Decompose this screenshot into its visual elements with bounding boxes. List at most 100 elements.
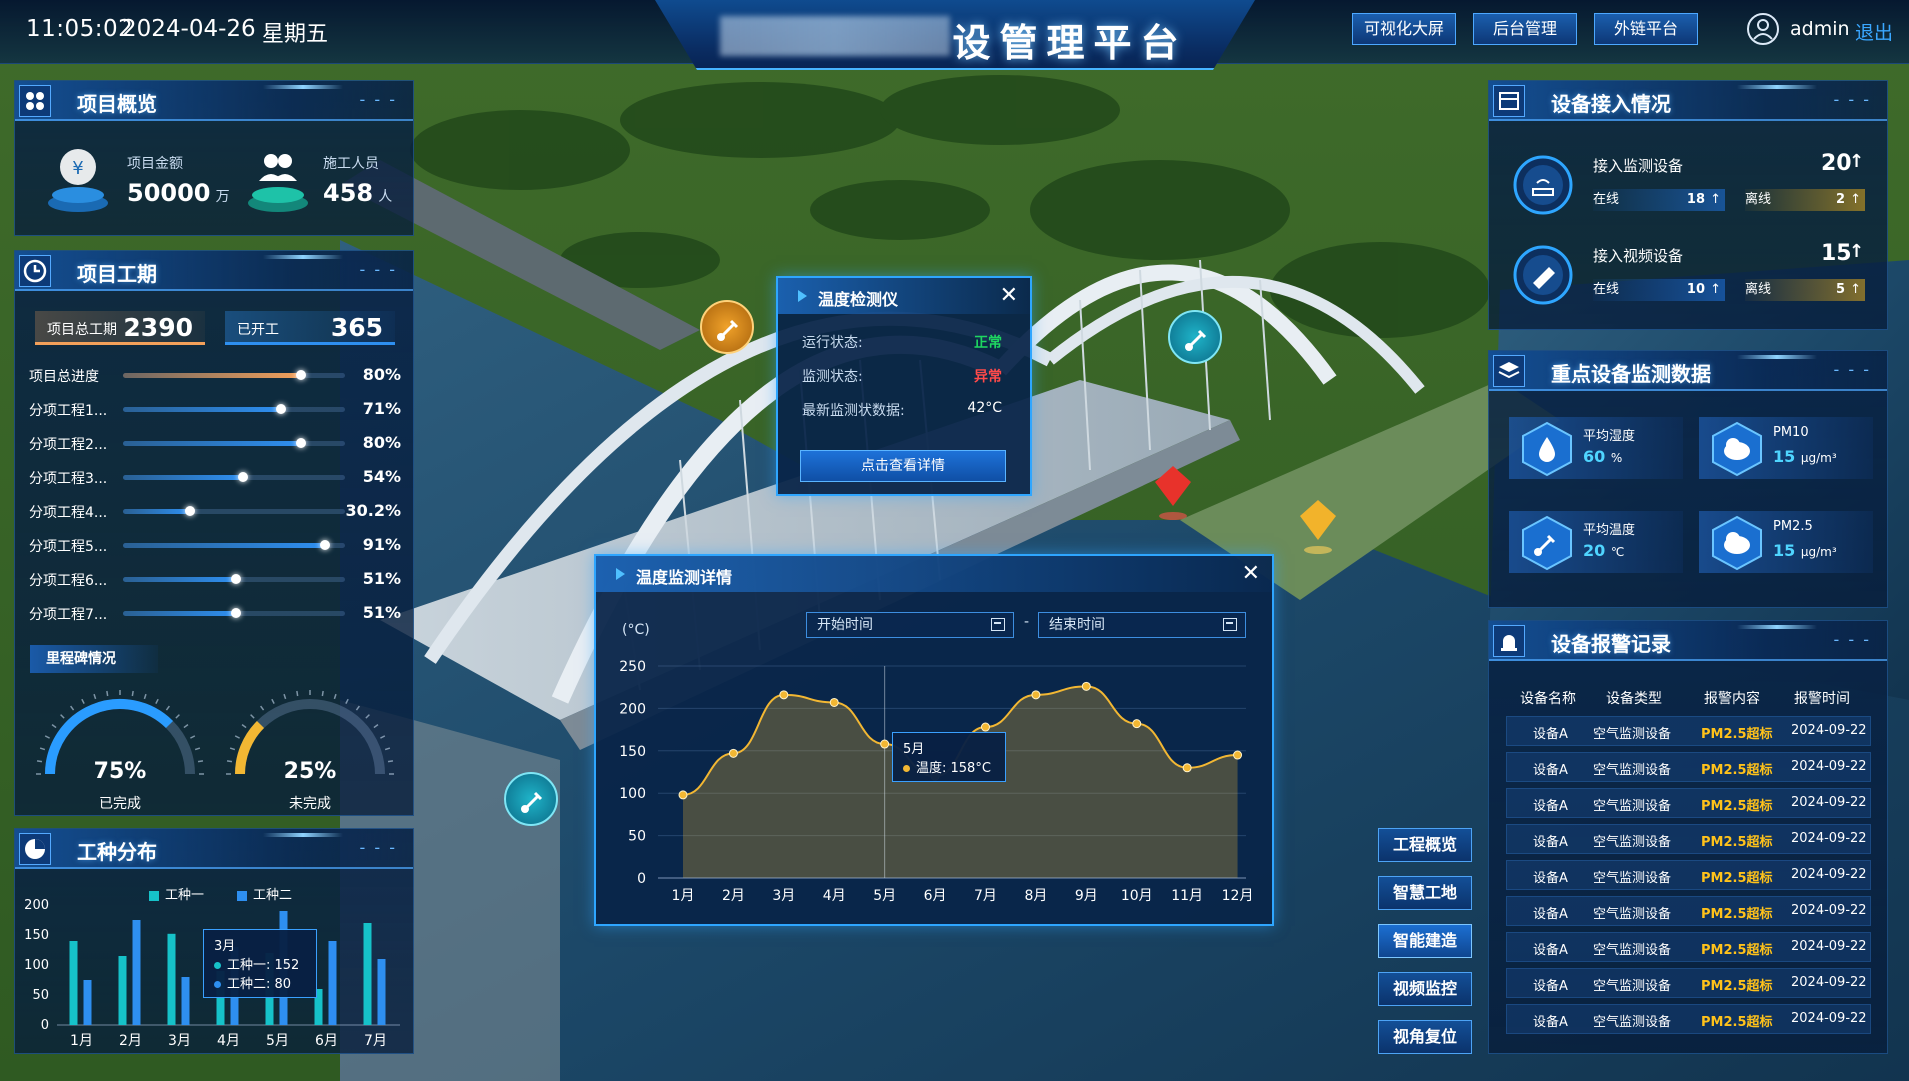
close-icon[interactable]: ✕ bbox=[1242, 561, 1260, 586]
data-point[interactable] bbox=[779, 690, 789, 700]
data-point[interactable] bbox=[1132, 719, 1142, 729]
bar-1[interactable] bbox=[363, 923, 372, 1025]
bar-1[interactable] bbox=[118, 956, 127, 1025]
progress-track bbox=[123, 608, 345, 618]
temperature-label: 平均温度 bbox=[1583, 523, 1636, 538]
x-tick-label: 5月 bbox=[266, 1033, 289, 1049]
progress-label: 分项工程7... bbox=[29, 607, 108, 623]
table-row[interactable]: 设备A 空气监测设备 PM2.5超标 2024-09-22 bbox=[1506, 1004, 1871, 1034]
data-point[interactable] bbox=[1233, 750, 1243, 760]
temperature-tooltip: 5月 温度: 158°C bbox=[892, 732, 1006, 782]
bar-2[interactable] bbox=[132, 920, 141, 1025]
offline-label: 离线 bbox=[1745, 192, 1772, 207]
cell-alarm-content: PM2.5超标 bbox=[1701, 943, 1773, 958]
data-point[interactable] bbox=[980, 722, 990, 732]
tooltip-title: 3月 bbox=[214, 939, 236, 954]
sensor-marker-teal-2[interactable] bbox=[504, 772, 558, 826]
user-avatar-icon[interactable] bbox=[1746, 12, 1780, 46]
close-icon[interactable]: ✕ bbox=[1000, 283, 1018, 308]
cell-alarm-content: PM2.5超标 bbox=[1701, 727, 1773, 742]
gauge-value: 25% bbox=[284, 759, 337, 784]
gauge-tick bbox=[143, 693, 147, 700]
progress-fill bbox=[123, 373, 301, 378]
progress-track bbox=[123, 438, 345, 448]
table-row[interactable]: 设备A 空气监测设备 PM2.5超标 2024-09-22 bbox=[1506, 896, 1871, 926]
x-tick-label: 7月 bbox=[364, 1033, 387, 1049]
data-point[interactable] bbox=[1031, 690, 1041, 700]
gauge-tick bbox=[226, 760, 233, 763]
table-row[interactable]: 设备A 空气监测设备 PM2.5超标 2024-09-22 bbox=[1506, 932, 1871, 962]
nav-video-monitor[interactable]: 视频监控 bbox=[1378, 972, 1472, 1006]
header-glow bbox=[263, 833, 343, 837]
panel-header: 项目概览 - - - bbox=[15, 81, 413, 121]
nav-project-overview[interactable]: 工程概览 bbox=[1378, 828, 1472, 862]
nav-smart-site[interactable]: 智慧工地 bbox=[1378, 876, 1472, 910]
visual-screen-button[interactable]: 可视化大屏 bbox=[1352, 13, 1456, 45]
sensor-marker-teal-1[interactable] bbox=[1168, 310, 1222, 364]
view-details-button[interactable]: 点击查看详情 bbox=[800, 450, 1006, 482]
bar-1[interactable] bbox=[69, 941, 78, 1025]
cell-device-type: 空气监测设备 bbox=[1593, 799, 1672, 814]
gauge-tick bbox=[365, 714, 370, 719]
x-tick-label: 9月 bbox=[1075, 888, 1098, 904]
bar-2[interactable] bbox=[328, 941, 337, 1025]
bar-2[interactable] bbox=[181, 977, 190, 1025]
location-pin-yellow[interactable] bbox=[1300, 500, 1336, 556]
bar-2[interactable] bbox=[83, 980, 92, 1025]
total-duration-box: 项目总工期 2390 bbox=[35, 311, 205, 345]
amount-block: 项目金额 50000 万 bbox=[127, 153, 230, 207]
bar-2[interactable] bbox=[377, 959, 386, 1025]
nav-smart-build[interactable]: 智能建造 bbox=[1378, 924, 1472, 958]
location-pin-red[interactable] bbox=[1155, 466, 1191, 522]
table-row[interactable]: 设备A 空气监测设备 PM2.5超标 2024-09-22 bbox=[1506, 968, 1871, 998]
x-tick-label: 6月 bbox=[924, 888, 947, 904]
cell-device-type: 空气监测设备 bbox=[1593, 943, 1672, 958]
table-row[interactable]: 设备A 空气监测设备 PM2.5超标 2024-09-22 bbox=[1506, 788, 1871, 818]
tooltip-line: 温度: 158°C bbox=[916, 761, 991, 776]
gauge-tick bbox=[175, 714, 180, 719]
milestone-label: 里程碑情况 bbox=[30, 645, 158, 673]
logout-link[interactable]: 退出 bbox=[1855, 18, 1893, 45]
cell-alarm-time: 2024-09-22 bbox=[1791, 723, 1867, 738]
cell-alarm-content: PM2.5超标 bbox=[1701, 979, 1773, 994]
data-point[interactable] bbox=[1081, 681, 1091, 691]
external-platform-button[interactable]: 外链平台 bbox=[1594, 13, 1698, 45]
header-dash-decoration: - - - bbox=[359, 838, 397, 857]
progress-knob bbox=[275, 404, 286, 414]
y-tick-label: 0 bbox=[637, 871, 646, 887]
alarm-table-header: 设备名称 设备类型 报警内容 报警时间 bbox=[1502, 682, 1872, 712]
key-device-data-panel: 重点设备监测数据 - - - 平均湿度 60 % PM10 15 μg/m³ 平… bbox=[1488, 350, 1888, 608]
x-tick-label: 4月 bbox=[823, 888, 846, 904]
staff-label: 施工人员 bbox=[323, 156, 379, 172]
data-point[interactable] bbox=[829, 697, 839, 707]
table-row[interactable]: 设备A 空气监测设备 PM2.5超标 2024-09-22 bbox=[1506, 716, 1871, 746]
offline-label: 离线 bbox=[1745, 282, 1772, 297]
progress-knob bbox=[185, 506, 196, 516]
data-point[interactable] bbox=[1182, 763, 1192, 773]
popup-header: 温度检测仪 ✕ bbox=[778, 278, 1030, 314]
sensor-marker-orange[interactable] bbox=[700, 300, 754, 354]
cell-device-name: 设备A bbox=[1533, 871, 1568, 886]
gauge-tick bbox=[345, 698, 349, 704]
cell-alarm-content: PM2.5超标 bbox=[1701, 799, 1773, 814]
video-offline-count: 5 bbox=[1835, 282, 1845, 297]
temperature-value: 20 ℃ bbox=[1583, 541, 1625, 560]
bar-1[interactable] bbox=[167, 933, 176, 1025]
table-row[interactable]: 设备A 空气监测设备 PM2.5超标 2024-09-22 bbox=[1506, 860, 1871, 890]
data-point[interactable] bbox=[880, 739, 890, 749]
cell-alarm-time: 2024-09-22 bbox=[1791, 867, 1867, 882]
table-row[interactable]: 设备A 空气监测设备 PM2.5超标 2024-09-22 bbox=[1506, 752, 1871, 782]
cloud-pm10-icon bbox=[1712, 421, 1762, 477]
table-row[interactable]: 设备A 空气监测设备 PM2.5超标 2024-09-22 bbox=[1506, 824, 1871, 854]
backend-admin-button[interactable]: 后台管理 bbox=[1473, 13, 1577, 45]
data-point[interactable] bbox=[728, 748, 738, 758]
cell-alarm-content: PM2.5超标 bbox=[1701, 763, 1773, 778]
gauge-label: 已完成 bbox=[99, 796, 141, 812]
y-tick-label: 200 bbox=[619, 701, 646, 717]
data-point[interactable] bbox=[678, 790, 688, 800]
monitor-offline-count: 2 bbox=[1835, 192, 1845, 207]
video-online-bar: 在线 10 ↑ bbox=[1593, 279, 1725, 301]
cell-alarm-time: 2024-09-22 bbox=[1791, 831, 1867, 846]
nav-reset-view[interactable]: 视角复位 bbox=[1378, 1020, 1472, 1054]
y-tick-label: 100 bbox=[24, 958, 49, 973]
